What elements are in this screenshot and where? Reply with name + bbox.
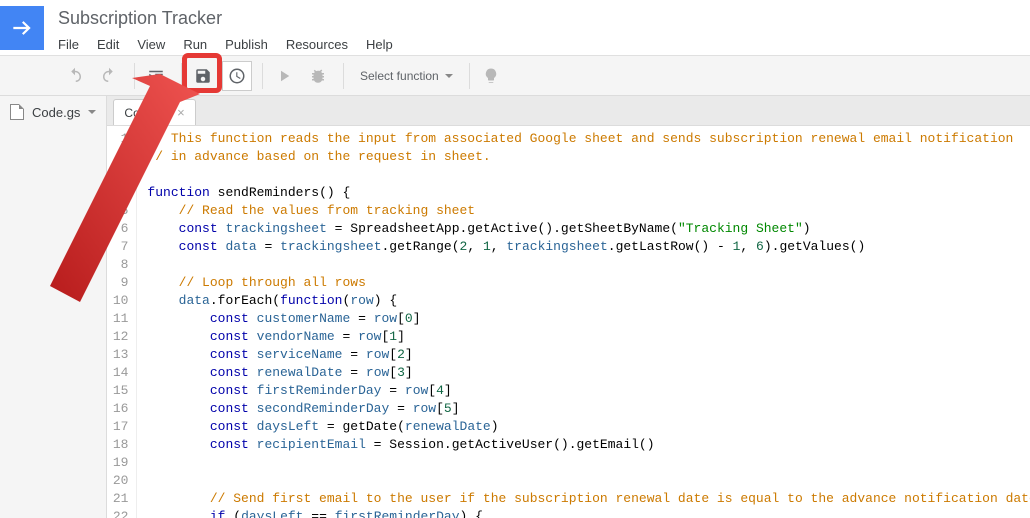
separator <box>469 63 470 89</box>
menu-bar: File Edit View Run Publish Resources Hel… <box>58 29 1030 52</box>
run-button[interactable] <box>269 61 299 91</box>
tab-strip: Code.gs × <box>107 96 1030 126</box>
menu-view[interactable]: View <box>137 37 165 52</box>
hint-button[interactable] <box>476 61 506 91</box>
menu-resources[interactable]: Resources <box>286 37 348 52</box>
menu-help[interactable]: Help <box>366 37 393 52</box>
redo-button[interactable] <box>94 61 124 91</box>
menu-file[interactable]: File <box>58 37 79 52</box>
code-editor[interactable]: 123456789101112131415161718192021222324 … <box>107 126 1030 518</box>
sidebar: Code.gs <box>0 96 107 518</box>
tab-label: Code.gs <box>124 106 169 120</box>
undo-button[interactable] <box>60 61 90 91</box>
save-button[interactable] <box>188 61 218 91</box>
header: Subscription Tracker File Edit View Run … <box>0 0 1030 56</box>
editor-area: Code.gs × 123456789101112131415161718192… <box>107 96 1030 518</box>
undo-icon <box>66 67 84 85</box>
separator <box>343 63 344 89</box>
redo-icon <box>100 67 118 85</box>
close-icon[interactable]: × <box>177 105 185 120</box>
project-title[interactable]: Subscription Tracker <box>58 6 1030 29</box>
save-icon <box>194 67 212 85</box>
play-icon <box>275 67 293 85</box>
menu-publish[interactable]: Publish <box>225 37 268 52</box>
arrow-right-icon <box>9 15 35 41</box>
caret-down-icon <box>88 110 96 114</box>
toolbar: Select function <box>0 56 1030 96</box>
sidebar-file-label: Code.gs <box>32 105 80 120</box>
code-content[interactable]: // This function reads the input from as… <box>137 126 1030 518</box>
separator <box>134 63 135 89</box>
separator <box>262 63 263 89</box>
line-number-gutter: 123456789101112131415161718192021222324 <box>107 126 137 518</box>
indent-icon <box>147 67 165 85</box>
caret-down-icon <box>445 74 453 78</box>
menu-edit[interactable]: Edit <box>97 37 119 52</box>
separator <box>181 63 182 89</box>
main: Code.gs Code.gs × 1234567891011121314151… <box>0 96 1030 518</box>
indent-button[interactable] <box>141 61 171 91</box>
clock-icon <box>228 67 246 85</box>
apps-script-logo <box>0 6 44 50</box>
select-function-label: Select function <box>360 69 439 83</box>
debug-button[interactable] <box>303 61 333 91</box>
lightbulb-icon <box>482 67 500 85</box>
sidebar-file-item[interactable]: Code.gs <box>0 96 106 128</box>
bug-icon <box>309 67 327 85</box>
select-function-dropdown[interactable]: Select function <box>350 61 463 91</box>
triggers-button[interactable] <box>222 61 252 91</box>
menu-run[interactable]: Run <box>183 37 207 52</box>
tab-code-gs[interactable]: Code.gs × <box>113 99 195 125</box>
file-icon <box>10 104 24 120</box>
